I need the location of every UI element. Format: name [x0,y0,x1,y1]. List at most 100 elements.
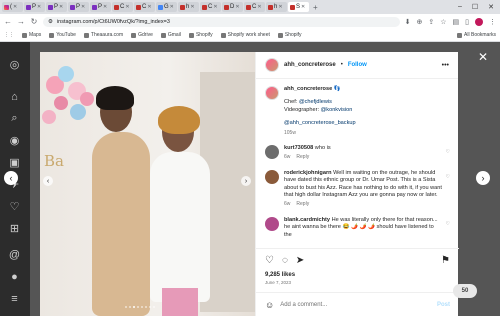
reload-icon[interactable]: ↻ [30,17,38,26]
menu-icon[interactable]: ⋮ [489,18,496,26]
comment-icon[interactable]: ◌ [282,255,288,266]
bookmark-star-icon[interactable]: ☆ [440,18,446,26]
close-tab-icon[interactable]: ✕ [13,4,17,10]
close-tab-icon[interactable]: ✕ [170,4,174,10]
close-modal-icon[interactable]: ✕ [478,50,488,64]
carousel-dot[interactable] [129,306,131,308]
browser-tab[interactable]: C ✕ [112,2,133,12]
commenter-avatar[interactable] [265,169,279,184]
author-avatar[interactable] [265,58,279,72]
profile-avatar[interactable] [475,17,483,26]
share-icon[interactable]: ⇪ [428,18,434,26]
close-window-icon[interactable]: ✕ [488,3,494,11]
bookmark-item[interactable]: Shopify [277,32,302,38]
maximize-icon[interactable]: ☐ [472,3,478,11]
install-icon[interactable]: ⬇ [405,18,411,26]
back-icon[interactable]: ← [4,17,12,26]
profile-icon[interactable]: ● [8,270,21,283]
bookmark-item[interactable]: Shopify work sheet [220,32,270,38]
browser-tab[interactable]: C ✕ [244,2,265,12]
bookmark-item[interactable]: Gdrive [131,32,153,38]
backup-mention-link[interactable]: @ahh_concreterose_backup [284,120,356,126]
carousel-dot[interactable] [137,306,139,308]
commenter-avatar[interactable] [265,216,279,231]
forward-icon[interactable]: → [17,17,25,26]
browser-tab[interactable]: C ✕ [200,2,221,12]
address-bar[interactable]: ⚙ instagram.com/p/Ct6UW0fvzQk/?img_index… [43,16,400,27]
like-count[interactable]: 9,285 likes [265,272,450,278]
reels-icon[interactable]: ▣ [8,156,21,169]
browser-tab[interactable]: D ✕ [222,2,243,12]
post-photo[interactable]: Ba ‹ › [40,52,255,316]
caption-username[interactable]: ahh_concreterose [284,86,332,92]
follow-button[interactable]: Follow [348,62,367,68]
search-icon[interactable]: ⌕ [8,112,21,125]
commenter-username[interactable]: roderickjohnigarn [284,170,332,176]
save-bookmark-icon[interactable]: ⚑ [441,255,450,266]
instagram-logo-icon[interactable]: ◎ [8,58,21,71]
videographer-mention-link[interactable]: @konkvision [321,107,353,113]
close-tab-icon[interactable]: ✕ [37,4,41,10]
browser-tab[interactable]: P ✕ [46,2,67,12]
apps-icon[interactable]: ⋮⋮ [4,32,14,38]
close-tab-icon[interactable]: ✕ [213,4,217,10]
prev-post-arrow-icon[interactable]: ‹ [4,171,18,185]
bookmark-item[interactable]: Theaaura.com [83,32,123,38]
photo-next-arrow-icon[interactable]: › [241,176,251,186]
carousel-dot[interactable] [149,306,151,308]
zoom-icon[interactable]: ⊕ [416,18,422,26]
close-tab-icon[interactable]: ✕ [59,4,63,10]
close-tab-icon[interactable]: ✕ [301,4,305,10]
like-heart-icon[interactable]: ♡ [265,255,274,266]
reply-button[interactable]: Reply [296,201,309,208]
comment-input[interactable]: Add a comment... [280,302,327,308]
site-info-icon[interactable]: ⚙ [48,19,53,25]
minimize-icon[interactable]: – [458,3,462,11]
carousel-dot[interactable] [145,306,147,308]
browser-tab[interactable]: P ✕ [68,2,89,12]
extensions-icon[interactable]: ▤ [453,18,460,26]
browser-tab[interactable]: C ✕ [134,2,155,12]
close-tab-icon[interactable]: ✕ [81,4,85,10]
home-icon[interactable]: ⌂ [8,90,21,103]
browser-tab[interactable]: G ✕ [156,2,177,12]
emoji-icon[interactable]: ☺ [265,300,274,310]
bookmark-item[interactable]: YouTube [49,32,76,38]
bookmark-item[interactable]: Maps [22,32,41,38]
comment-like-heart-icon[interactable]: ♡ [446,149,450,155]
bookmark-item[interactable]: Shopify [188,32,213,38]
close-tab-icon[interactable]: ✕ [103,4,107,10]
close-tab-icon[interactable]: ✕ [278,4,282,10]
photo-prev-arrow-icon[interactable]: ‹ [43,176,53,186]
carousel-dot-active[interactable] [133,306,135,308]
all-bookmarks[interactable]: All Bookmarks [457,32,496,38]
share-send-icon[interactable]: ➤ [296,255,304,266]
close-tab-icon[interactable]: ✕ [125,4,129,10]
close-tab-icon[interactable]: ✕ [147,4,151,10]
commenter-username[interactable]: blank.cardmichty [284,217,330,223]
commenter-username[interactable]: kurt730508 [284,145,313,151]
notifications-icon[interactable]: ♡ [8,200,21,213]
browser-tab[interactable]: h ✕ [266,2,287,12]
reply-button[interactable]: Reply [296,154,309,161]
post-comment-button[interactable]: Post [437,302,450,308]
next-post-arrow-icon[interactable]: › [476,171,490,185]
browser-tab[interactable]: S ✕ [288,2,309,12]
caption-avatar[interactable] [265,86,279,100]
threads-icon[interactable]: @ [8,248,21,261]
explore-icon[interactable]: ◉ [8,134,21,147]
browser-tab[interactable]: P ✕ [90,2,111,12]
carousel-dot[interactable] [125,306,127,308]
carousel-dot[interactable] [153,306,155,308]
comment-like-heart-icon[interactable]: ♡ [446,174,450,180]
new-tab-icon[interactable]: + [310,3,321,12]
commenter-avatar[interactable] [265,145,279,160]
browser-tab[interactable]: P ✕ [24,2,45,12]
more-options-icon[interactable]: ••• [442,62,449,69]
extension-badge[interactable]: 50 [453,284,477,298]
close-tab-icon[interactable]: ✕ [257,4,261,10]
author-username[interactable]: ahh_concreterose [284,62,336,68]
bookmark-item[interactable]: Gmail [160,32,181,38]
carousel-dot[interactable] [141,306,143,308]
sidepanel-icon[interactable]: ▯ [465,18,469,26]
